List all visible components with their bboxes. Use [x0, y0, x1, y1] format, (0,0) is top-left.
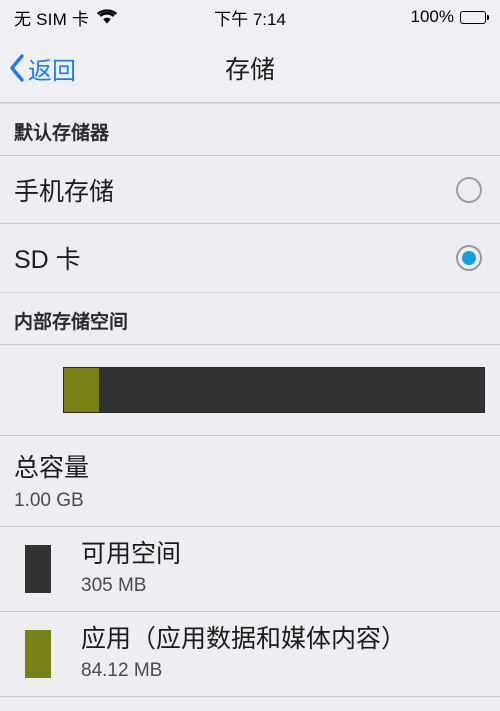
battery-percent-label: 100% — [410, 7, 454, 26]
radio-sd-card[interactable] — [456, 245, 482, 271]
carrier-label: 无 SIM 卡 — [14, 9, 90, 29]
navigation-bar: 返回 存储 — [0, 34, 500, 103]
status-bar: 无 SIM 卡 下午 7:14 100% — [0, 0, 500, 34]
legend-text-available: 可用空间 305 MB — [81, 541, 181, 596]
status-bar-left: 无 SIM 卡 — [14, 5, 118, 30]
legend-value-available: 305 MB — [81, 574, 147, 596]
storage-option-phone-label: 手机存储 — [14, 177, 115, 206]
back-button[interactable]: 返回 — [0, 51, 76, 86]
storage-bar-container — [0, 345, 500, 436]
total-capacity-value: 1.00 GB — [14, 490, 84, 511]
legend-text-apps: 应用（应用数据和媒体内容） 84.12 MB — [81, 626, 406, 681]
storage-bar-segment-apps — [64, 368, 99, 412]
section-header-default-storage: 默认存储器 — [0, 103, 500, 156]
legend-title-available: 可用空间 — [81, 540, 182, 569]
legend-swatch-available — [25, 545, 51, 593]
storage-option-sdcard-label: SD 卡 — [14, 246, 81, 274]
storage-usage-bar — [63, 367, 485, 413]
status-bar-right: 100% — [410, 7, 490, 27]
storage-option-phone[interactable]: 手机存储 — [0, 156, 500, 224]
wifi-icon — [96, 9, 118, 25]
legend-row-apps[interactable]: 应用（应用数据和媒体内容） 84.12 MB — [0, 612, 500, 697]
radio-phone-storage[interactable] — [456, 176, 482, 203]
chevron-left-icon — [9, 54, 26, 82]
back-button-label: 返回 — [28, 57, 76, 85]
legend-row-available[interactable]: 可用空间 305 MB — [0, 527, 500, 612]
total-capacity-label: 总容量 — [14, 454, 90, 482]
total-capacity-block: 总容量 1.00 GB — [0, 436, 500, 527]
storage-option-sdcard[interactable]: SD 卡 — [0, 224, 500, 292]
storage-bar-segment-free — [98, 368, 484, 412]
legend-title-apps: 应用（应用数据和媒体内容） — [81, 625, 407, 654]
legend-value-apps: 84.12 MB — [81, 659, 163, 681]
legend-swatch-apps — [25, 630, 51, 678]
battery-full-icon — [460, 10, 490, 24]
section-header-internal-storage: 内部存储空间 — [0, 292, 500, 345]
radio-dot — [462, 251, 476, 265]
